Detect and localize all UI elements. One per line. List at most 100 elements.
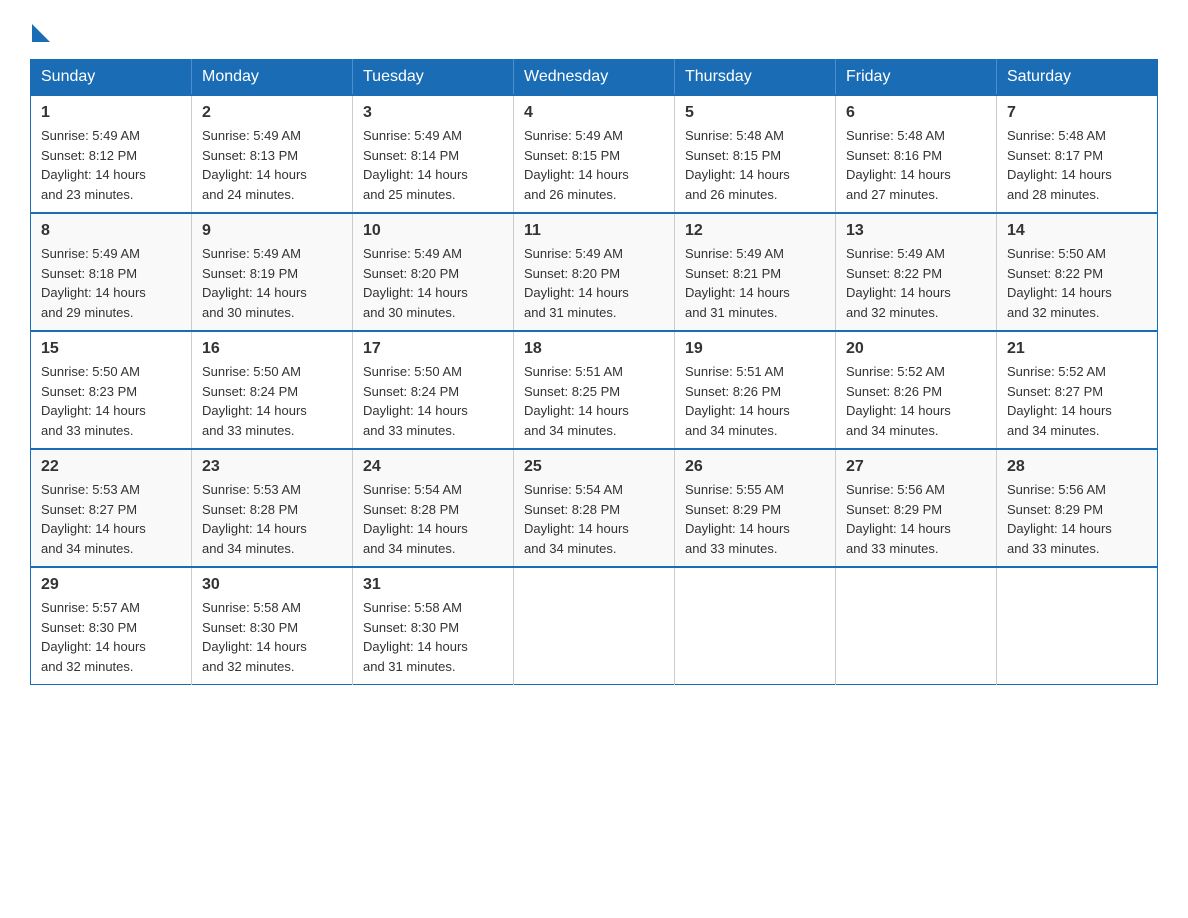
- page-header: [30, 20, 1158, 43]
- day-info: Sunrise: 5:49 AMSunset: 8:12 PMDaylight:…: [41, 126, 181, 204]
- calendar-cell: [997, 567, 1158, 685]
- day-info: Sunrise: 5:52 AMSunset: 8:26 PMDaylight:…: [846, 362, 986, 440]
- day-number: 21: [1007, 340, 1147, 358]
- day-number: 8: [41, 222, 181, 240]
- calendar-cell: 28 Sunrise: 5:56 AMSunset: 8:29 PMDayligh…: [997, 449, 1158, 567]
- calendar-cell: 8 Sunrise: 5:49 AMSunset: 8:18 PMDaylight…: [31, 213, 192, 331]
- calendar-cell: 15 Sunrise: 5:50 AMSunset: 8:23 PMDayligh…: [31, 331, 192, 449]
- col-monday: Monday: [192, 60, 353, 96]
- day-number: 9: [202, 222, 342, 240]
- day-number: 4: [524, 104, 664, 122]
- logo-arrow-icon: [32, 24, 50, 42]
- day-number: 18: [524, 340, 664, 358]
- day-info: Sunrise: 5:50 AMSunset: 8:22 PMDaylight:…: [1007, 244, 1147, 322]
- day-info: Sunrise: 5:51 AMSunset: 8:25 PMDaylight:…: [524, 362, 664, 440]
- calendar-cell: 2 Sunrise: 5:49 AMSunset: 8:13 PMDaylight…: [192, 95, 353, 213]
- calendar-cell: [836, 567, 997, 685]
- day-info: Sunrise: 5:50 AMSunset: 8:24 PMDaylight:…: [363, 362, 503, 440]
- day-info: Sunrise: 5:49 AMSunset: 8:18 PMDaylight:…: [41, 244, 181, 322]
- calendar-cell: 7 Sunrise: 5:48 AMSunset: 8:17 PMDaylight…: [997, 95, 1158, 213]
- day-info: Sunrise: 5:49 AMSunset: 8:20 PMDaylight:…: [363, 244, 503, 322]
- calendar-cell: 18 Sunrise: 5:51 AMSunset: 8:25 PMDayligh…: [514, 331, 675, 449]
- day-number: 28: [1007, 458, 1147, 476]
- calendar-cell: 25Sunrise: 5:54 AMSunset: 8:28 PMDayligh…: [514, 449, 675, 567]
- calendar-cell: 4 Sunrise: 5:49 AMSunset: 8:15 PMDaylight…: [514, 95, 675, 213]
- day-info: Sunrise: 5:56 AMSunset: 8:29 PMDaylight:…: [1007, 480, 1147, 558]
- day-info: Sunrise: 5:58 AMSunset: 8:30 PMDaylight:…: [202, 598, 342, 676]
- day-number: 3: [363, 104, 503, 122]
- day-info: Sunrise: 5:55 AMSunset: 8:29 PMDaylight:…: [685, 480, 825, 558]
- calendar-cell: [675, 567, 836, 685]
- day-number: 27: [846, 458, 986, 476]
- day-number: 15: [41, 340, 181, 358]
- calendar-cell: 24Sunrise: 5:54 AMSunset: 8:28 PMDayligh…: [353, 449, 514, 567]
- day-number: 11: [524, 222, 664, 240]
- day-number: 2: [202, 104, 342, 122]
- col-sunday: Sunday: [31, 60, 192, 96]
- day-number: 13: [846, 222, 986, 240]
- day-info: Sunrise: 5:49 AMSunset: 8:19 PMDaylight:…: [202, 244, 342, 322]
- day-info: Sunrise: 5:48 AMSunset: 8:16 PMDaylight:…: [846, 126, 986, 204]
- calendar-week-row: 8 Sunrise: 5:49 AMSunset: 8:18 PMDaylight…: [31, 213, 1158, 331]
- day-number: 25: [524, 458, 664, 476]
- day-info: Sunrise: 5:49 AMSunset: 8:21 PMDaylight:…: [685, 244, 825, 322]
- calendar-cell: 9 Sunrise: 5:49 AMSunset: 8:19 PMDaylight…: [192, 213, 353, 331]
- day-info: Sunrise: 5:50 AMSunset: 8:23 PMDaylight:…: [41, 362, 181, 440]
- col-saturday: Saturday: [997, 60, 1158, 96]
- col-thursday: Thursday: [675, 60, 836, 96]
- day-number: 29: [41, 576, 181, 594]
- day-number: 16: [202, 340, 342, 358]
- calendar-week-row: 15 Sunrise: 5:50 AMSunset: 8:23 PMDayligh…: [31, 331, 1158, 449]
- calendar-table: Sunday Monday Tuesday Wednesday Thursday…: [30, 59, 1158, 685]
- day-info: Sunrise: 5:49 AMSunset: 8:13 PMDaylight:…: [202, 126, 342, 204]
- day-number: 10: [363, 222, 503, 240]
- calendar-cell: 3 Sunrise: 5:49 AMSunset: 8:14 PMDaylight…: [353, 95, 514, 213]
- day-info: Sunrise: 5:48 AMSunset: 8:15 PMDaylight:…: [685, 126, 825, 204]
- day-info: Sunrise: 5:49 AMSunset: 8:22 PMDaylight:…: [846, 244, 986, 322]
- day-number: 12: [685, 222, 825, 240]
- day-info: Sunrise: 5:49 AMSunset: 8:20 PMDaylight:…: [524, 244, 664, 322]
- day-number: 23: [202, 458, 342, 476]
- day-info: Sunrise: 5:53 AMSunset: 8:28 PMDaylight:…: [202, 480, 342, 558]
- day-number: 14: [1007, 222, 1147, 240]
- calendar-cell: 29 Sunrise: 5:57 AMSunset: 8:30 PMDayligh…: [31, 567, 192, 685]
- day-number: 30: [202, 576, 342, 594]
- day-number: 31: [363, 576, 503, 594]
- day-info: Sunrise: 5:48 AMSunset: 8:17 PMDaylight:…: [1007, 126, 1147, 204]
- day-info: Sunrise: 5:56 AMSunset: 8:29 PMDaylight:…: [846, 480, 986, 558]
- calendar-cell: 12 Sunrise: 5:49 AMSunset: 8:21 PMDayligh…: [675, 213, 836, 331]
- day-info: Sunrise: 5:50 AMSunset: 8:24 PMDaylight:…: [202, 362, 342, 440]
- calendar-cell: 19 Sunrise: 5:51 AMSunset: 8:26 PMDayligh…: [675, 331, 836, 449]
- col-wednesday: Wednesday: [514, 60, 675, 96]
- calendar-cell: 17Sunrise: 5:50 AMSunset: 8:24 PMDayligh…: [353, 331, 514, 449]
- calendar-cell: 31 Sunrise: 5:58 AMSunset: 8:30 PMDayligh…: [353, 567, 514, 685]
- calendar-week-row: 1Sunrise: 5:49 AMSunset: 8:12 PMDaylight…: [31, 95, 1158, 213]
- day-info: Sunrise: 5:52 AMSunset: 8:27 PMDaylight:…: [1007, 362, 1147, 440]
- calendar-cell: 23 Sunrise: 5:53 AMSunset: 8:28 PMDayligh…: [192, 449, 353, 567]
- calendar-cell: 21 Sunrise: 5:52 AMSunset: 8:27 PMDayligh…: [997, 331, 1158, 449]
- day-number: 26: [685, 458, 825, 476]
- calendar-cell: 26 Sunrise: 5:55 AMSunset: 8:29 PMDayligh…: [675, 449, 836, 567]
- day-number: 7: [1007, 104, 1147, 122]
- day-number: 22: [41, 458, 181, 476]
- calendar-cell: 6 Sunrise: 5:48 AMSunset: 8:16 PMDaylight…: [836, 95, 997, 213]
- day-number: 20: [846, 340, 986, 358]
- calendar-cell: [514, 567, 675, 685]
- calendar-cell: 14 Sunrise: 5:50 AMSunset: 8:22 PMDayligh…: [997, 213, 1158, 331]
- day-info: Sunrise: 5:58 AMSunset: 8:30 PMDaylight:…: [363, 598, 503, 676]
- calendar-cell: 16 Sunrise: 5:50 AMSunset: 8:24 PMDayligh…: [192, 331, 353, 449]
- day-number: 19: [685, 340, 825, 358]
- day-info: Sunrise: 5:49 AMSunset: 8:14 PMDaylight:…: [363, 126, 503, 204]
- calendar-cell: 11 Sunrise: 5:49 AMSunset: 8:20 PMDayligh…: [514, 213, 675, 331]
- day-info: Sunrise: 5:57 AMSunset: 8:30 PMDaylight:…: [41, 598, 181, 676]
- calendar-cell: 10 Sunrise: 5:49 AMSunset: 8:20 PMDayligh…: [353, 213, 514, 331]
- col-friday: Friday: [836, 60, 997, 96]
- day-info: Sunrise: 5:49 AMSunset: 8:15 PMDaylight:…: [524, 126, 664, 204]
- day-number: 6: [846, 104, 986, 122]
- day-info: Sunrise: 5:53 AMSunset: 8:27 PMDaylight:…: [41, 480, 181, 558]
- day-info: Sunrise: 5:51 AMSunset: 8:26 PMDaylight:…: [685, 362, 825, 440]
- col-tuesday: Tuesday: [353, 60, 514, 96]
- day-info: Sunrise: 5:54 AMSunset: 8:28 PMDaylight:…: [363, 480, 503, 558]
- day-number: 5: [685, 104, 825, 122]
- calendar-cell: 1Sunrise: 5:49 AMSunset: 8:12 PMDaylight…: [31, 95, 192, 213]
